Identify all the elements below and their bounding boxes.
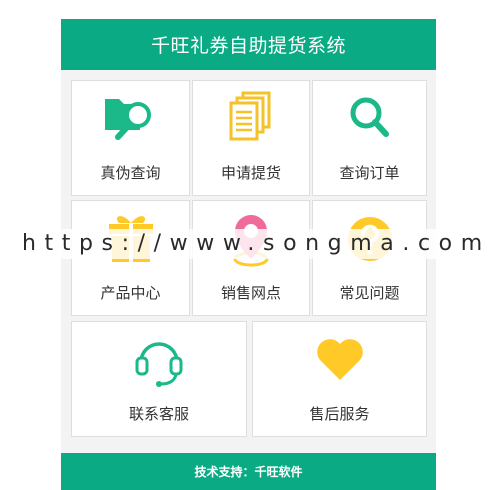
tile-label: 查询订单 [339,164,400,182]
tile-label: 联系客服 [128,405,189,423]
footer-bar: 技术支持：千旺软件 [61,453,436,490]
watermark-text: https://www.songma.com [22,231,490,256]
tile-apply-pickup[interactable]: 申请提货 [192,80,310,196]
tile-label: 产品中心 [100,284,161,302]
tile-label: 销售网点 [220,284,281,302]
tile-contact-service[interactable]: 联系客服 [71,321,247,437]
heart-icon [316,339,363,380]
page-title-bar: 千旺礼券自助提货系统 [61,19,436,70]
folder-search-icon [104,99,151,140]
magnifier-icon [350,97,389,137]
footer-text: 技术支持：千旺软件 [194,465,303,479]
headset-icon [135,342,183,387]
tile-label: 申请提货 [220,164,281,182]
tile-label: 真伪查询 [100,164,161,182]
tile-after-sales[interactable]: 售后服务 [252,321,427,437]
tile-label: 常见问题 [339,284,400,302]
tile-label: 售后服务 [309,405,370,423]
tile-authenticity-check[interactable]: 真伪查询 [71,80,190,196]
page-title: 千旺礼券自助提货系统 [150,35,346,57]
documents-icon [229,91,271,141]
tile-order-query[interactable]: 查询订单 [312,80,427,196]
